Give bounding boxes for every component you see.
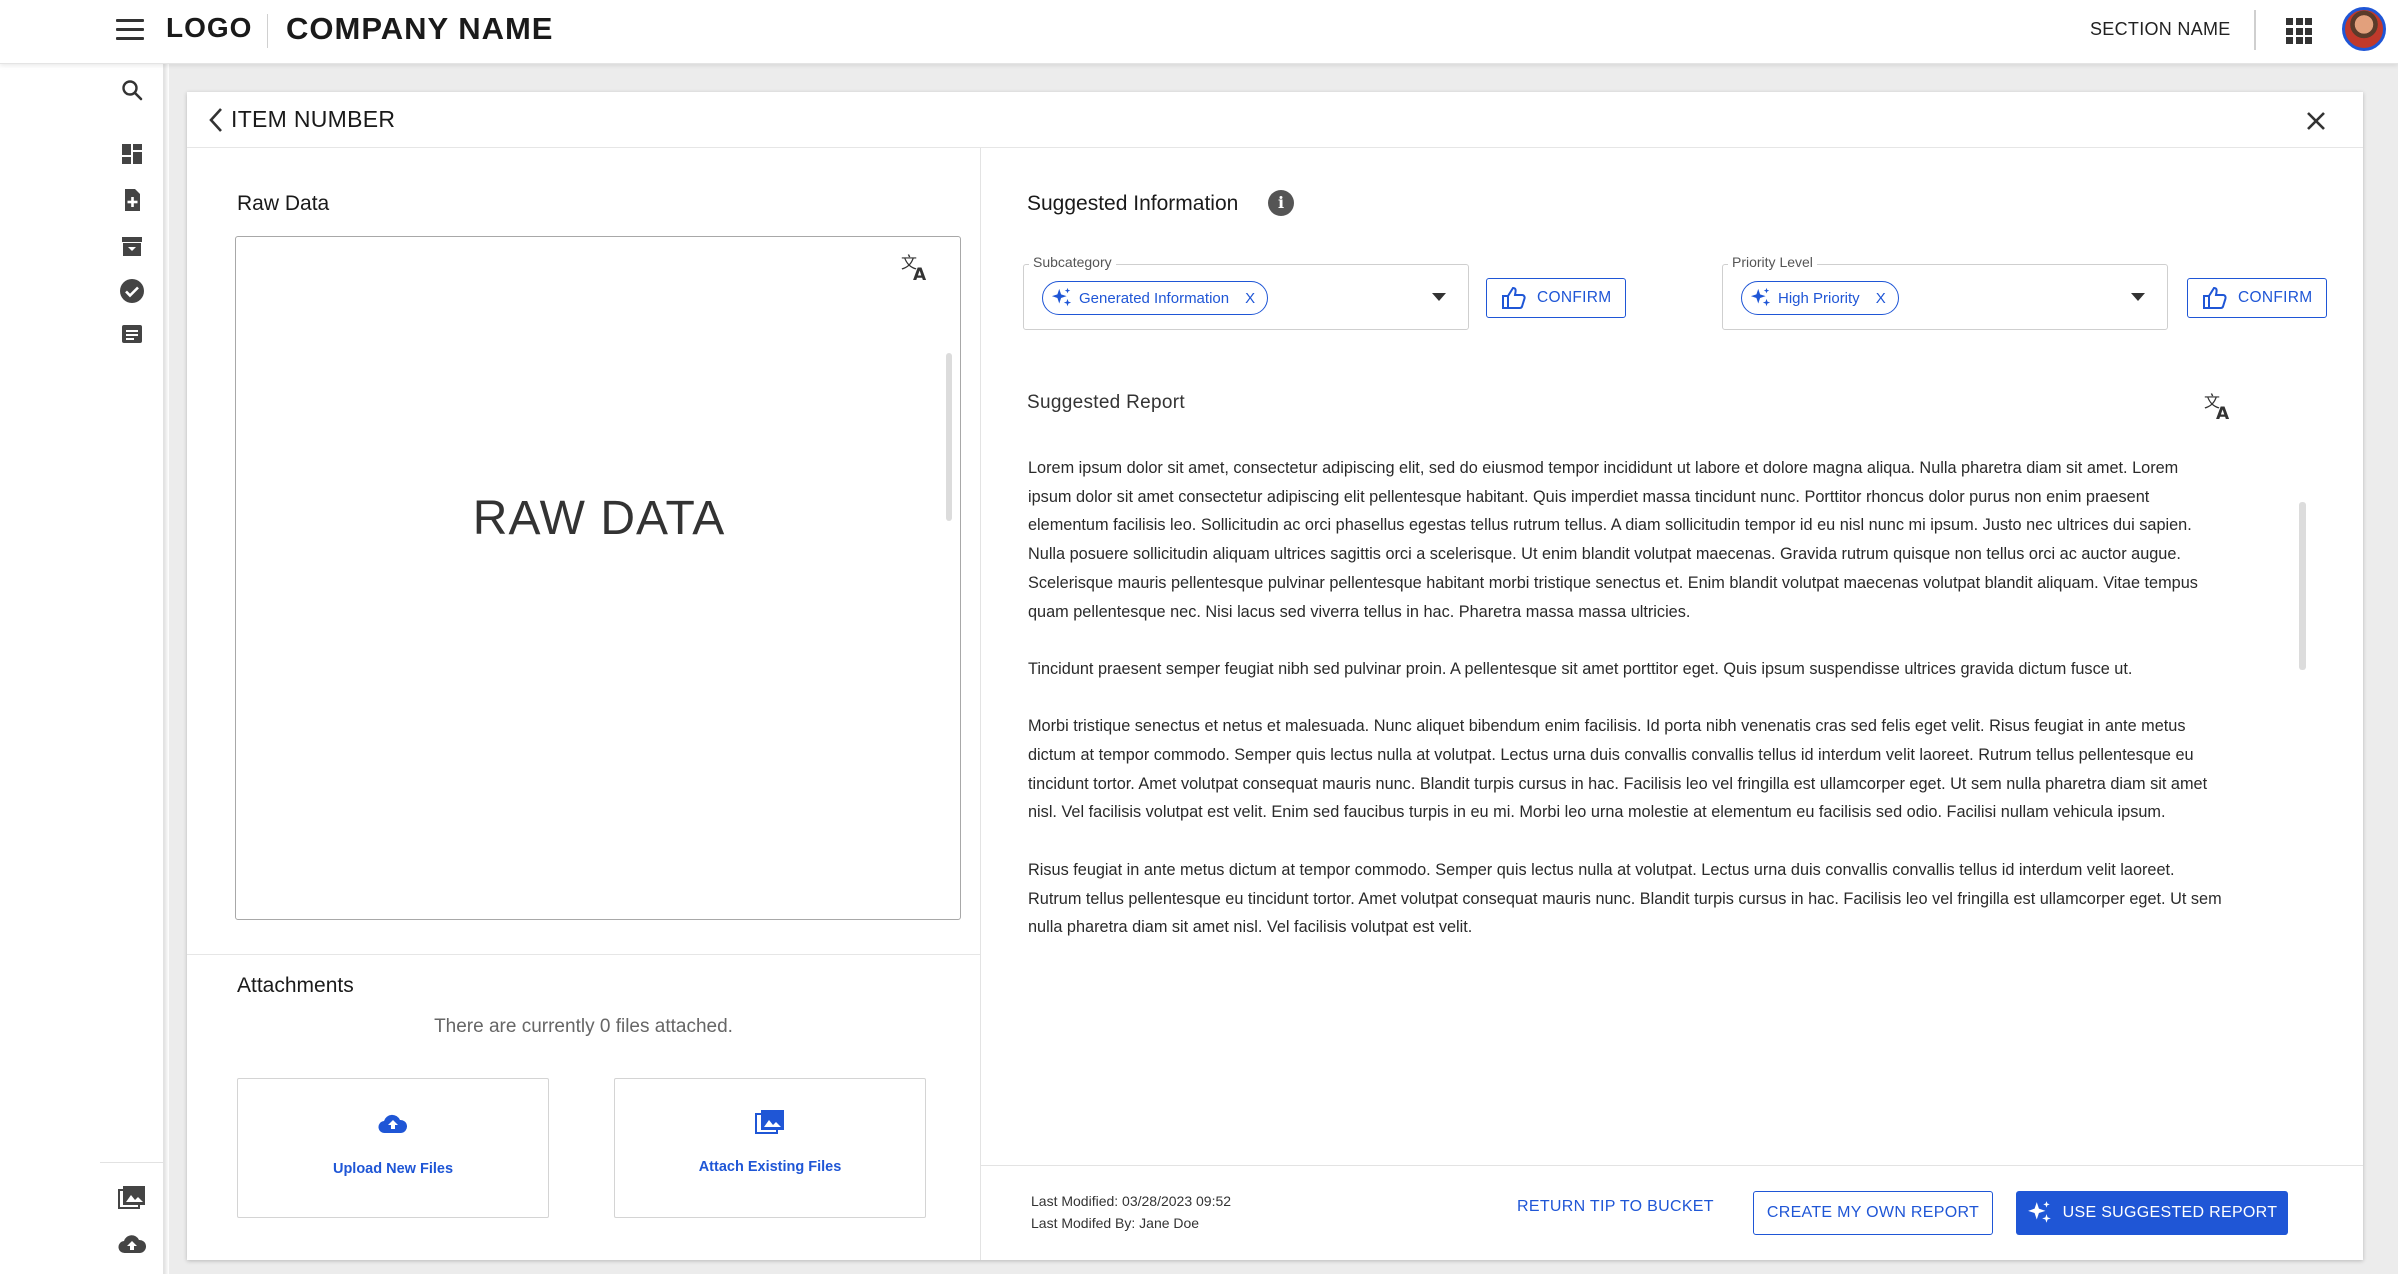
report-paragraph: Lorem ipsum dolor sit amet, consectetur … <box>1028 459 2198 621</box>
page-title: ITEM NUMBER <box>231 106 396 132</box>
subcategory-chip-remove[interactable]: X <box>1245 290 1255 307</box>
use-suggested-report-label: USE SUGGESTED REPORT <box>2062 1204 2278 1221</box>
thumbs-up-icon <box>2203 286 2227 309</box>
logo[interactable]: LOGO <box>166 12 252 44</box>
subcategory-confirm-button[interactable]: CONFIRM <box>1486 278 1627 318</box>
translate-icon[interactable]: 文A <box>2203 390 2235 424</box>
search-icon[interactable] <box>116 74 148 106</box>
subcategory-label: Subcategory <box>1029 254 1116 270</box>
check-circle-icon[interactable] <box>116 275 148 307</box>
svg-text:A: A <box>2216 404 2230 422</box>
priority-chip-remove[interactable]: X <box>1876 290 1886 307</box>
info-icon[interactable]: i <box>1268 190 1294 216</box>
item-card: ITEM NUMBER Raw Data 文A RAW DATA Attachm… <box>187 92 2363 1260</box>
sparkle-icon <box>2027 1201 2051 1223</box>
use-suggested-report-button[interactable]: USE SUGGESTED REPORT <box>2016 1191 2288 1235</box>
svg-text:A: A <box>913 265 927 283</box>
cloud-upload-icon <box>238 1113 548 1135</box>
upload-new-files-label: Upload New Files <box>332 1161 454 1177</box>
raw-data-title: Raw Data <box>237 192 330 215</box>
return-tip-to-bucket-button[interactable]: RETURN TIP TO BUCKET <box>1517 1198 1714 1216</box>
priority-chip[interactable]: High Priority X <box>1741 281 1899 315</box>
sparkle-icon <box>1051 287 1072 307</box>
attach-existing-files-button[interactable]: Attach Existing Files <box>614 1078 926 1218</box>
priority-confirm-label: CONFIRM <box>2238 289 2313 306</box>
subcategory-chip-label: Generated Information <box>1079 289 1230 307</box>
footer-divider <box>981 1165 2363 1166</box>
create-my-own-report-button[interactable]: CREATE MY OWN REPORT <box>1753 1191 1993 1235</box>
attachments-divider <box>187 954 980 955</box>
menu-icon[interactable] <box>116 19 144 41</box>
company-name: COMPANY NAME <box>286 11 554 46</box>
attachments-title: Attachments <box>237 974 354 997</box>
suggested-information-title: Suggested Information <box>1027 192 1239 215</box>
archive-icon[interactable] <box>116 230 148 262</box>
top-bar: LOGO COMPANY NAME SECTION NAME <box>0 0 2398 64</box>
raw-data-scrollbar[interactable] <box>946 353 952 521</box>
rail-divider <box>100 1162 164 1163</box>
photo-library-icon[interactable] <box>116 1182 148 1214</box>
header-divider-right <box>2254 10 2256 50</box>
subcategory-chip[interactable]: Generated Information X <box>1042 281 1269 315</box>
report-scrollbar[interactable] <box>2299 502 2306 670</box>
subcategory-select[interactable]: Generated Information X <box>1023 264 1469 330</box>
close-icon[interactable] <box>2303 108 2329 134</box>
back-chevron-icon[interactable] <box>207 106 227 134</box>
dashboard-icon[interactable] <box>116 138 148 170</box>
report-paragraph: Risus feugiat in ante metus dictum at te… <box>1028 860 2222 937</box>
raw-data-panel: 文A RAW DATA <box>235 236 961 920</box>
header-divider <box>267 14 268 48</box>
cloud-upload-icon[interactable] <box>116 1228 148 1260</box>
apps-grid-icon[interactable] <box>2286 18 2312 44</box>
report-paragraph: Tincidunt praesent semper feugiat nibh s… <box>1028 659 2133 678</box>
section-name[interactable]: SECTION NAME <box>2090 19 2231 40</box>
report-paragraph: Morbi tristique senectus et netus et mal… <box>1028 717 2208 822</box>
raw-data-content: RAW DATA <box>472 492 726 545</box>
translate-icon[interactable]: 文A <box>900 251 932 285</box>
upload-new-files-button[interactable]: Upload New Files <box>237 1078 549 1218</box>
attachments-empty-text: There are currently 0 files attached. <box>434 1016 733 1037</box>
chevron-down-icon[interactable] <box>2131 293 2145 301</box>
column-divider <box>980 148 981 1260</box>
suggested-report-title: Suggested Report <box>1027 392 1185 413</box>
avatar[interactable] <box>2342 7 2386 51</box>
left-rail <box>100 64 164 1274</box>
last-modified-by: Last Modifed By: Jane Doe <box>1031 1215 1200 1231</box>
message-icon[interactable] <box>116 318 148 350</box>
attach-existing-files-label: Attach Existing Files <box>698 1159 842 1175</box>
sparkle-icon <box>1750 287 1771 307</box>
priority-chip-label: High Priority <box>1778 289 1860 307</box>
photo-library-icon <box>615 1109 925 1135</box>
chevron-down-icon[interactable] <box>1432 293 1446 301</box>
add-document-icon[interactable] <box>116 184 148 216</box>
last-modified: Last Modified: 03/28/2023 09:52 <box>1031 1193 1232 1209</box>
priority-level-select[interactable]: High Priority X <box>1722 264 2168 330</box>
thumbs-up-icon <box>1502 286 1526 309</box>
card-header: ITEM NUMBER <box>187 92 2363 148</box>
subcategory-confirm-label: CONFIRM <box>1537 289 1612 306</box>
priority-level-label: Priority Level <box>1728 254 1817 270</box>
suggested-report-body: Lorem ipsum dolor sit amet, consectetur … <box>1028 454 2224 971</box>
priority-confirm-button[interactable]: CONFIRM <box>2187 278 2328 318</box>
